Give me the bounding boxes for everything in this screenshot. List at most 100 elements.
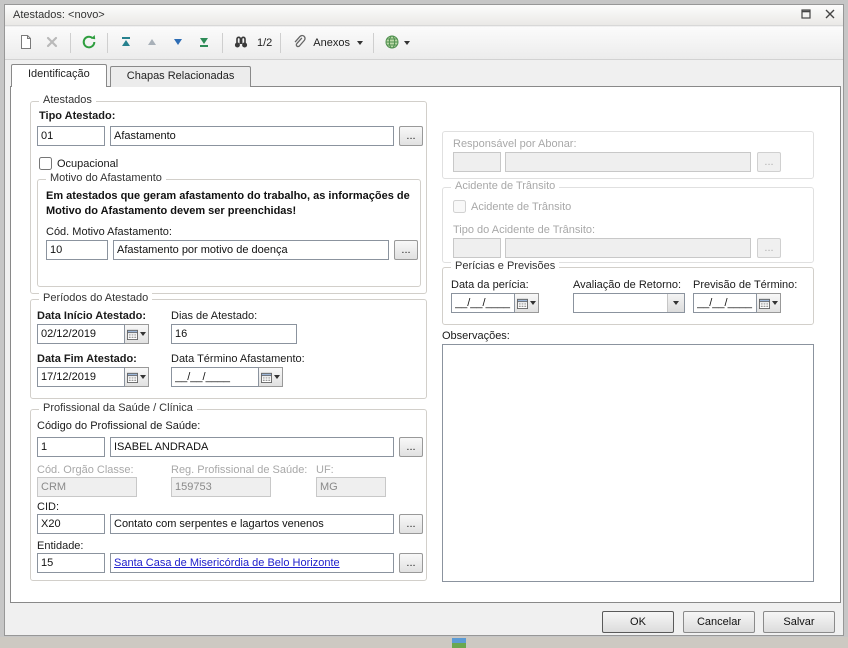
tipo-atestado-descricao-input[interactable] <box>110 126 394 146</box>
avaliacao-retorno-combobox[interactable] <box>573 293 685 313</box>
calendar-icon <box>127 329 138 340</box>
cid-descricao-input[interactable] <box>110 514 394 534</box>
tab-chapas-relacionadas[interactable]: Chapas Relacionadas <box>110 66 252 87</box>
data-fim-label: Data Fim Atestado: <box>37 353 137 365</box>
anexos-label: Anexos <box>313 37 350 49</box>
cid-codigo-input[interactable] <box>37 514 105 534</box>
refresh-button[interactable] <box>77 31 101 55</box>
search-button[interactable] <box>229 31 253 55</box>
profissional-group-title: Profissional da Saúde / Clínica <box>39 402 197 414</box>
motivo-afastamento-group: Motivo do Afastamento Em atestados que g… <box>37 179 421 287</box>
data-inicio-datepicker <box>37 324 149 344</box>
motivo-lookup-button[interactable]: ... <box>394 240 418 260</box>
codigo-profissional-input[interactable] <box>37 437 105 457</box>
previsao-termino-calendar-button[interactable] <box>757 293 781 313</box>
responsavel-abonar-codigo-input <box>453 152 501 172</box>
codigo-profissional-label: Código do Profissional de Saúde: <box>37 420 200 432</box>
previsao-termino-datepicker <box>693 293 781 313</box>
calendar-icon <box>517 298 528 309</box>
integration-button[interactable] <box>380 31 414 55</box>
data-termino-datepicker <box>171 367 283 387</box>
entidade-link[interactable]: Santa Casa de Misericórdia de Belo Horiz… <box>114 557 340 569</box>
ok-button[interactable]: OK <box>602 611 674 633</box>
uf-input <box>316 477 386 497</box>
ocupacional-checkbox[interactable]: Ocupacional <box>39 157 118 170</box>
abonar-group: Responsável por Abonar: ... <box>442 131 814 179</box>
pericias-group: Perícias e Previsões Data da perícia: Av… <box>442 267 814 325</box>
data-pericia-label: Data da perícia: <box>451 279 529 291</box>
cod-motivo-label: Cód. Motivo Afastamento: <box>46 226 172 238</box>
orgao-classe-input <box>37 477 137 497</box>
chevron-down-icon <box>772 301 778 305</box>
previsao-termino-input[interactable] <box>693 293 757 313</box>
acidente-transito-checkbox-label: Acidente de Trânsito <box>471 201 571 213</box>
data-inicio-input[interactable] <box>37 324 125 344</box>
identificacao-panel: Atestados Tipo Atestado: ... Ocupacional… <box>10 86 841 603</box>
entidade-lookup-button[interactable]: ... <box>399 553 423 573</box>
chevron-down-icon <box>673 301 679 305</box>
new-document-icon <box>18 34 34 53</box>
acidente-transito-group: Acidente de Trânsito Acidente de Trânsit… <box>442 187 814 263</box>
entidade-label: Entidade: <box>37 540 83 552</box>
motivo-descricao-input[interactable] <box>113 240 389 260</box>
calendar-icon <box>127 372 138 383</box>
registro-profissional-input <box>171 477 271 497</box>
data-pericia-calendar-button[interactable] <box>515 293 539 313</box>
toolbar-separator <box>373 33 374 53</box>
data-termino-calendar-button[interactable] <box>259 367 283 387</box>
data-fim-input[interactable] <box>37 367 125 387</box>
taskbar-strip <box>0 637 848 648</box>
data-pericia-input[interactable] <box>451 293 515 313</box>
profissional-lookup-button[interactable]: ... <box>399 437 423 457</box>
tipo-atestado-codigo-input[interactable] <box>37 126 105 146</box>
observacoes-textarea[interactable] <box>442 344 814 582</box>
previous-record-button[interactable] <box>140 31 164 55</box>
motivo-aviso-text: Em atestados que geram afastamento do tr… <box>46 189 416 220</box>
profissional-group: Profissional da Saúde / Clínica Código d… <box>30 409 427 581</box>
tab-identificacao[interactable]: Identificação <box>11 64 107 87</box>
entidade-descricao-box: Santa Casa de Misericórdia de Belo Horiz… <box>110 553 394 573</box>
ocupacional-checkbox-input[interactable] <box>39 157 52 170</box>
toolbar-separator <box>222 33 223 53</box>
atestados-window: Atestados: <novo> 1/2 Anexos <box>4 4 844 636</box>
refresh-icon <box>81 34 97 53</box>
nav-next-icon <box>172 36 184 51</box>
globe-icon <box>384 34 400 53</box>
tipo-atestado-label: Tipo Atestado: <box>39 110 115 122</box>
close-button[interactable] <box>825 9 835 22</box>
window-title: Atestados: <novo> <box>13 9 105 21</box>
atestados-group: Atestados Tipo Atestado: ... Ocupacional… <box>30 101 427 294</box>
cod-motivo-input[interactable] <box>46 240 108 260</box>
cid-lookup-button[interactable]: ... <box>399 514 423 534</box>
registro-profissional-label: Reg. Profissional de Saúde: <box>171 464 307 476</box>
cancelar-button[interactable]: Cancelar <box>683 611 755 633</box>
acidente-transito-checkbox-input <box>453 200 466 213</box>
anexos-button[interactable]: Anexos <box>287 31 367 55</box>
entidade-codigo-input[interactable] <box>37 553 105 573</box>
dias-atestado-label: Dias de Atestado: <box>171 310 257 322</box>
last-record-button[interactable] <box>192 31 216 55</box>
nome-profissional-input[interactable] <box>110 437 394 457</box>
data-fim-calendar-button[interactable] <box>125 367 149 387</box>
nav-first-icon <box>119 35 133 52</box>
next-record-button[interactable] <box>166 31 190 55</box>
combo-dropdown-button[interactable] <box>667 294 684 312</box>
responsavel-abonar-nome-input <box>505 152 751 172</box>
new-record-button[interactable] <box>14 31 38 55</box>
chevron-down-icon <box>357 41 363 45</box>
title-bar: Atestados: <novo> <box>5 5 843 26</box>
maximize-button[interactable] <box>801 9 811 22</box>
first-record-button[interactable] <box>114 31 138 55</box>
data-inicio-calendar-button[interactable] <box>125 324 149 344</box>
chevron-down-icon <box>140 332 146 336</box>
tipo-acidente-label: Tipo do Acidente de Trânsito: <box>453 224 595 236</box>
tipo-atestado-lookup-button[interactable]: ... <box>399 126 423 146</box>
dias-atestado-input[interactable] <box>171 324 297 344</box>
delete-record-button[interactable] <box>40 31 64 55</box>
taskbar-app-icon[interactable] <box>452 638 466 648</box>
tipo-acidente-descricao-input <box>505 238 751 258</box>
periodos-group-title: Períodos do Atestado <box>39 292 152 304</box>
salvar-button[interactable]: Salvar <box>763 611 835 633</box>
binoculars-icon <box>233 34 249 53</box>
data-termino-input[interactable] <box>171 367 259 387</box>
